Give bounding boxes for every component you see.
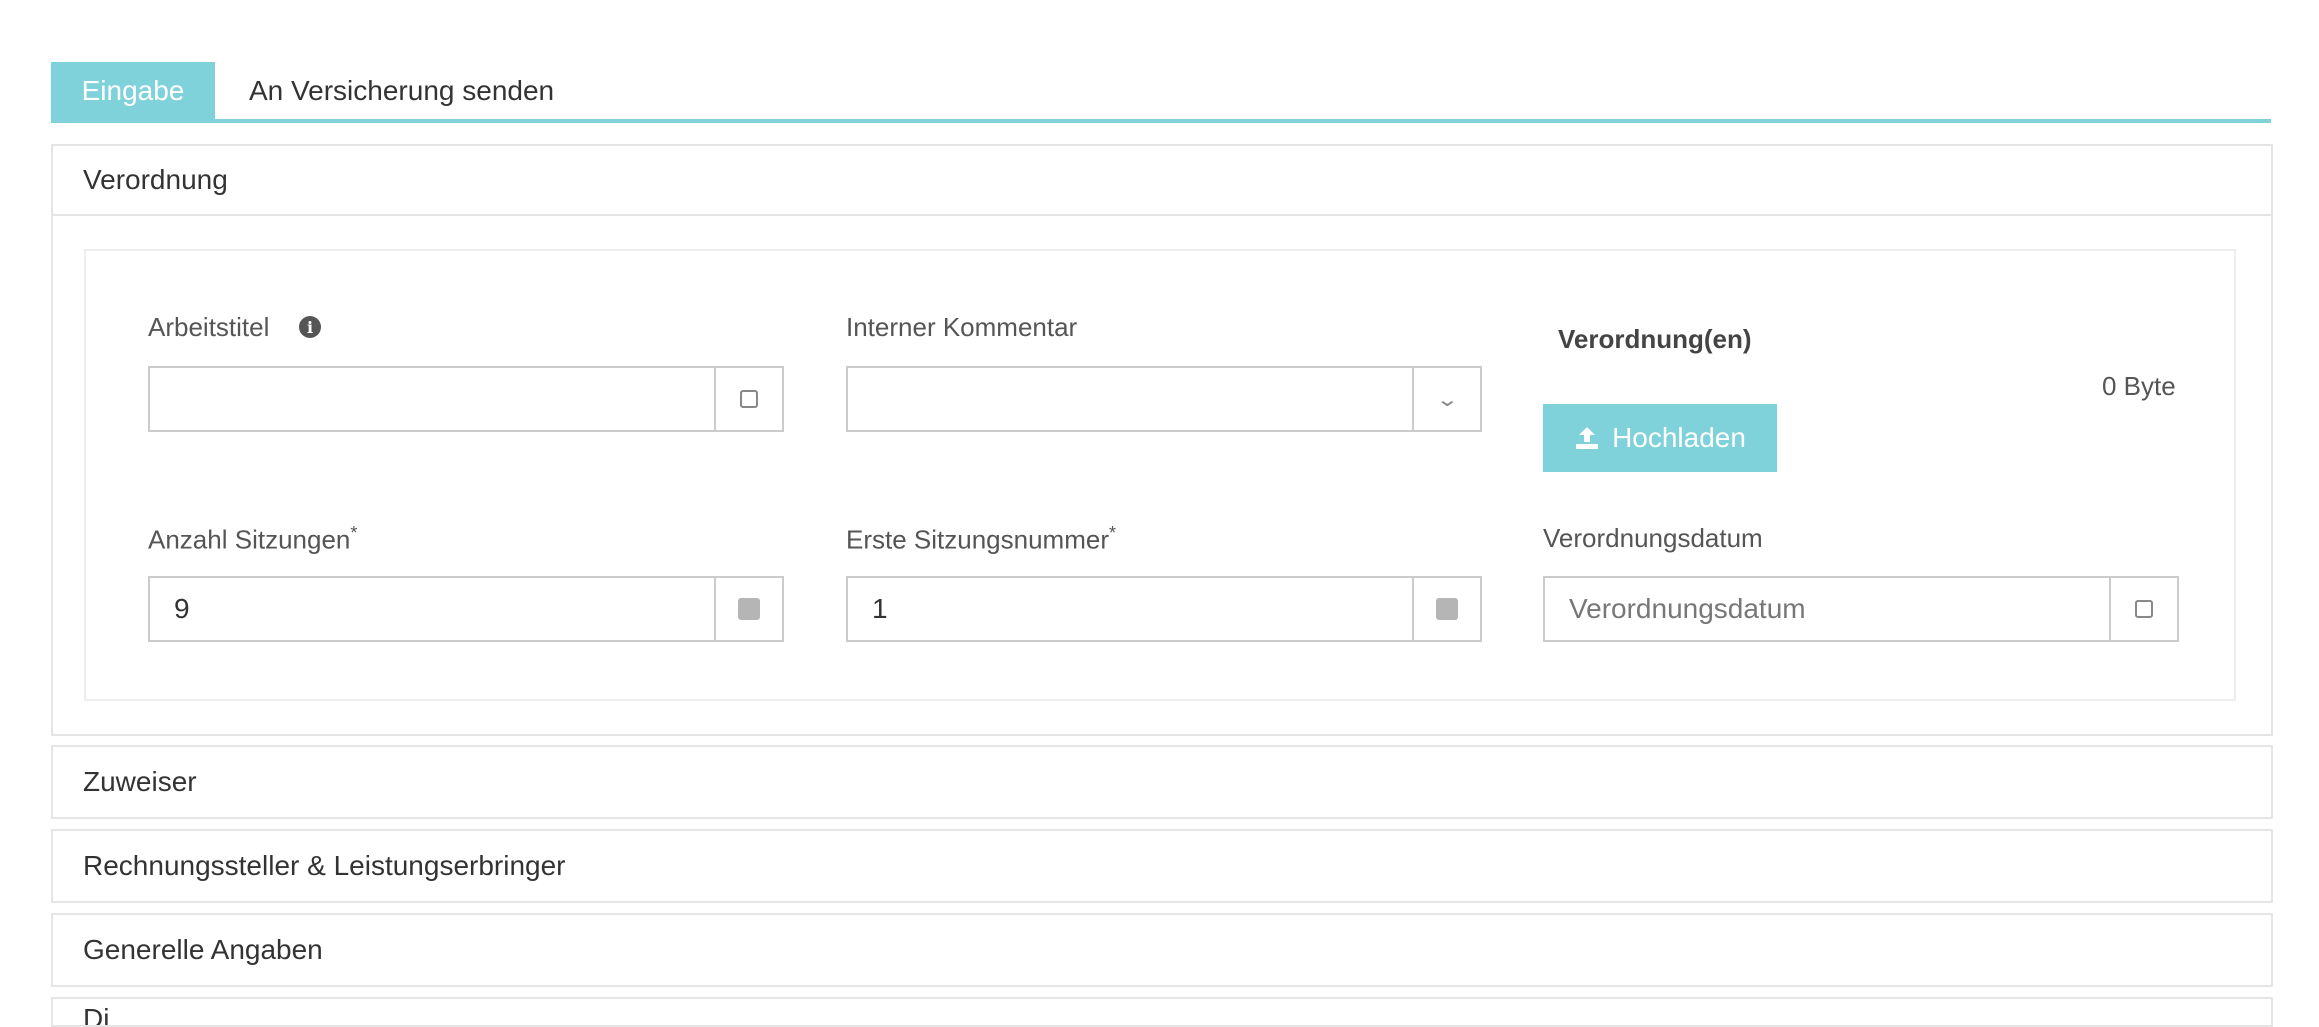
erste-value[interactable]: 1 — [872, 578, 888, 640]
datum-input[interactable]: Verordnungsdatum — [1543, 576, 2179, 642]
chevron-down-icon[interactable]: ⌄ — [1435, 387, 1458, 412]
arbeitstitel-field[interactable] — [148, 366, 784, 432]
verordnungen-title: Verordnung(en) — [1558, 324, 1752, 354]
panel-generelle[interactable]: Generelle Angaben — [51, 913, 2273, 987]
panel-heading-zuweiser[interactable]: Zuweiser — [53, 747, 2271, 817]
arbeitstitel-label: Arbeitstitel — [148, 312, 269, 343]
kommentar-addon[interactable]: ⌄ — [1412, 368, 1480, 430]
checkbox-icon[interactable] — [2135, 600, 2153, 618]
kommentar-select[interactable]: ⌄ — [846, 366, 1482, 432]
info-icon[interactable]: i — [299, 316, 321, 338]
upload-icon — [1576, 427, 1599, 449]
tab-bar: Eingabe An Versicherung senden — [51, 62, 2271, 120]
erste-label: Erste Sitzungsnummer* — [846, 523, 1116, 556]
upload-button-label: Hochladen — [1612, 422, 1746, 453]
stepper-icon[interactable] — [738, 598, 760, 620]
kommentar-label: Interner Kommentar — [846, 312, 1078, 342]
arbeitstitel-addon[interactable] — [714, 368, 782, 430]
required-marker: * — [350, 523, 358, 543]
arbeitstitel-label-text: Arbeitstitel — [148, 312, 270, 342]
panel-heading-rechnung[interactable]: Rechnungssteller & Leistungserbringer — [53, 831, 2271, 901]
datum-addon[interactable] — [2109, 578, 2177, 640]
panel-heading-verordnung[interactable]: Verordnung — [53, 146, 2271, 216]
datum-placeholder[interactable]: Verordnungsdatum — [1569, 578, 1806, 640]
panel-verordnung: Verordnung Arbeitstitel i Interner Komme… — [51, 144, 2273, 736]
verordnung-form: Arbeitstitel i Interner Kommentar ⌄ Vero… — [84, 249, 2236, 701]
panel-rechnung[interactable]: Rechnungssteller & Leistungserbringer — [51, 829, 2273, 903]
panel-next[interactable]: Di... — [51, 997, 2273, 1027]
panel-heading-next[interactable]: Di... — [53, 1003, 2271, 1025]
sitzungen-addon[interactable] — [714, 578, 782, 640]
datum-label: Verordnungsdatum — [1543, 523, 1763, 553]
tab-eingabe[interactable]: Eingabe — [51, 62, 215, 120]
tab-an-versicherung-senden[interactable]: An Versicherung senden — [249, 62, 554, 120]
tab-underline — [51, 119, 2271, 123]
sitzungen-value[interactable]: 9 — [174, 578, 190, 640]
erste-label-text: Erste Sitzungsnummer — [846, 524, 1109, 555]
required-marker: * — [1108, 523, 1116, 543]
sitzungen-label-text: Anzahl Sitzungen — [148, 524, 351, 555]
checkbox-icon[interactable] — [740, 390, 758, 408]
sitzungen-label: Anzahl Sitzungen* — [148, 523, 357, 556]
file-size: 0 Byte — [2102, 371, 2176, 401]
stepper-icon[interactable] — [1436, 598, 1458, 620]
erste-addon[interactable] — [1412, 578, 1480, 640]
panel-heading-generelle[interactable]: Generelle Angaben — [53, 915, 2271, 985]
upload-button[interactable]: Hochladen — [1543, 404, 1777, 472]
erste-input[interactable]: 1 — [846, 576, 1482, 642]
sitzungen-input[interactable]: 9 — [148, 576, 784, 642]
panel-zuweiser[interactable]: Zuweiser — [51, 745, 2273, 819]
